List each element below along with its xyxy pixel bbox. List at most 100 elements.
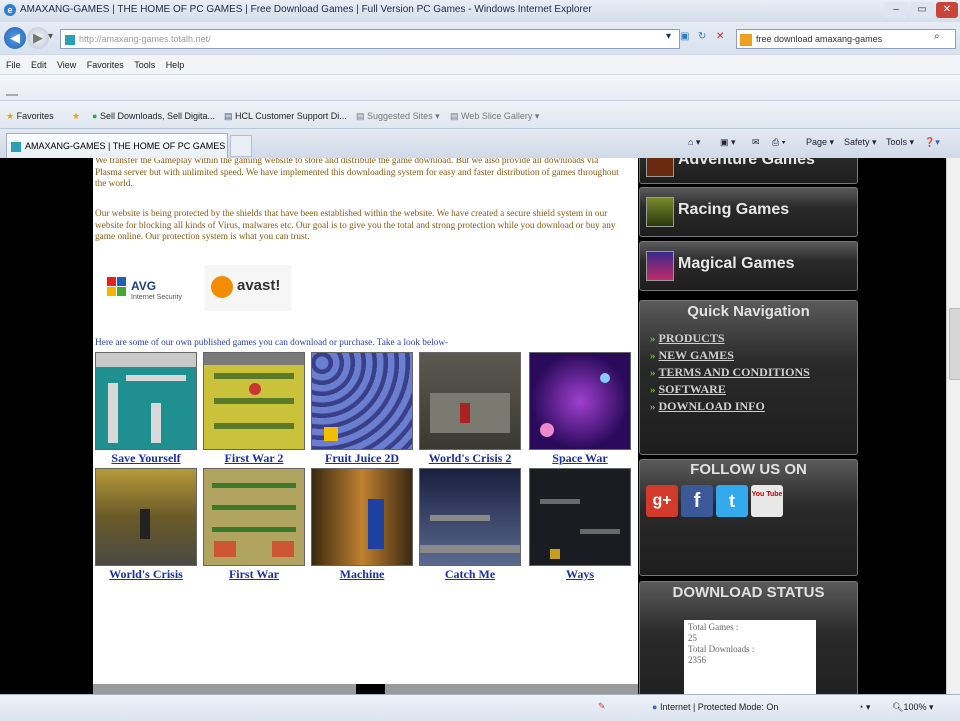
globe-icon: ● <box>92 111 98 121</box>
game-card[interactable]: World's Crisis <box>95 468 197 582</box>
double-chevron-icon: » <box>650 384 656 396</box>
close-button[interactable]: ✕ <box>936 2 958 18</box>
game-card[interactable]: Space War <box>529 352 631 466</box>
game-card[interactable]: Catch Me <box>419 468 521 582</box>
menu-help[interactable]: Help <box>166 60 185 70</box>
double-chevron-icon: » <box>650 350 656 362</box>
history-dropdown-icon[interactable]: ▾ <box>48 31 53 42</box>
magical-icon <box>646 251 674 281</box>
game-thumbnail[interactable] <box>95 352 197 450</box>
home-icon[interactable]: ⌂ ▾ <box>688 137 700 148</box>
back-button[interactable]: ◀ <box>4 27 26 49</box>
new-tab-button[interactable] <box>230 135 252 157</box>
nav-terms[interactable]: » TERMS AND CONDITIONS <box>650 365 810 380</box>
security-report-icon[interactable]: ✎ <box>598 701 606 712</box>
page-icon: ▤ <box>356 111 365 121</box>
game-thumbnail[interactable] <box>529 468 631 566</box>
game-link[interactable]: Catch Me <box>419 567 521 582</box>
window-title: AMAXANG-GAMES | THE HOME OF PC GAMES | F… <box>20 4 592 15</box>
game-link[interactable]: First War <box>203 567 305 582</box>
mail-icon[interactable]: ✉ <box>752 137 760 148</box>
tools-menu[interactable]: Tools ▾ <box>886 137 914 148</box>
stop-icon[interactable]: ✕ <box>716 31 724 42</box>
favorite-link-1[interactable]: ● Sell Downloads, Sell Digita... <box>92 111 215 121</box>
address-input[interactable]: http://amaxang-games.totalh.net/ <box>60 29 680 49</box>
tab-label: AMAXANG-GAMES | THE HOME OF PC GAMES |..… <box>25 141 228 151</box>
menu-tools[interactable]: Tools <box>134 60 155 70</box>
add-ons-icon[interactable]: ◔ ▾ <box>858 702 870 713</box>
game-card[interactable]: Ways <box>529 468 631 582</box>
menu-favorites[interactable]: Favorites <box>87 60 124 70</box>
game-thumbnail[interactable] <box>419 468 521 566</box>
game-card[interactable]: First War 2 <box>203 352 305 466</box>
maximize-button[interactable]: ▭ <box>910 2 934 18</box>
game-card[interactable]: Machine <box>311 468 413 582</box>
game-link[interactable]: Space War <box>529 451 631 466</box>
game-thumbnail[interactable] <box>203 352 305 450</box>
favorite-link-2[interactable]: ▤ HCL Customer Support Di... <box>224 111 347 122</box>
suggested-sites[interactable]: ▤ Suggested Sites ▾ <box>356 111 440 122</box>
nav-products[interactable]: » PRODUCTS <box>650 331 725 346</box>
address-dropdown-icon[interactable]: ▾ <box>666 31 671 42</box>
menu-edit[interactable]: Edit <box>31 60 47 70</box>
globe-icon: ● <box>652 702 658 712</box>
game-link[interactable]: Ways <box>529 567 631 582</box>
game-thumbnail[interactable] <box>419 352 521 450</box>
signal-icon <box>6 84 18 96</box>
google-plus-icon[interactable]: g+ <box>646 485 678 517</box>
feeds-icon[interactable]: ▣ ▾ <box>720 137 736 148</box>
game-link[interactable]: Fruit Juice 2D <box>311 451 413 466</box>
game-link[interactable]: Save Yourself <box>95 451 197 466</box>
add-favorites-icon[interactable]: ★ <box>72 111 80 122</box>
scrollbar-thumb[interactable] <box>949 308 960 380</box>
menu-file[interactable]: File <box>6 60 21 70</box>
vertical-scrollbar[interactable] <box>946 158 960 694</box>
follow-title: FOLLOW US ON <box>690 461 807 478</box>
main-content: We transfer the Gameplay within the gami… <box>93 158 638 684</box>
game-link[interactable]: First War 2 <box>203 451 305 466</box>
minimize-button[interactable]: – <box>884 2 908 18</box>
twitter-icon[interactable]: t <box>716 485 748 517</box>
page-menu[interactable]: Page ▾ <box>806 137 834 148</box>
game-card[interactable]: First War <box>203 468 305 582</box>
total-games-value: 25 <box>688 633 697 643</box>
forward-button[interactable]: ▶ <box>27 27 49 49</box>
print-icon[interactable]: ⎙ ▾ <box>772 137 785 148</box>
avg-logo: AVG Internet Security <box>103 265 195 311</box>
facebook-icon[interactable]: f <box>681 485 713 517</box>
intro-paragraph: We transfer the Gameplay within the gami… <box>95 158 619 189</box>
game-link[interactable]: Machine <box>311 567 413 582</box>
category-magical[interactable]: Magical Games <box>639 241 858 291</box>
game-thumbnail[interactable] <box>311 468 413 566</box>
total-games-label: Total Games : <box>688 622 739 632</box>
game-link[interactable]: World's Crisis <box>95 567 197 582</box>
help-icon[interactable]: ❓▾ <box>924 137 940 148</box>
total-downloads-value: 2356 <box>688 655 706 665</box>
game-card[interactable]: Fruit Juice 2D <box>311 352 413 466</box>
game-link[interactable]: World's Crisis 2 <box>419 451 521 466</box>
game-card[interactable]: Save Yourself <box>95 352 197 466</box>
refresh-icon[interactable]: ↻ <box>698 31 706 42</box>
tab-active[interactable]: AMAXANG-GAMES | THE HOME OF PC GAMES |..… <box>6 133 228 158</box>
status-bar: ✎ ● Internet | Protected Mode: On ◔ ▾ 🔍︎… <box>0 694 960 721</box>
youtube-icon[interactable]: You Tube <box>751 485 783 517</box>
menu-view[interactable]: View <box>57 60 76 70</box>
game-thumbnail[interactable] <box>95 468 197 566</box>
zoom-level[interactable]: 🔍︎100% ▾ <box>892 702 934 713</box>
nav-download-info[interactable]: » DOWNLOAD INFO <box>650 399 765 414</box>
category-racing[interactable]: Racing Games <box>639 187 858 237</box>
search-icon[interactable]: ⌕ <box>934 31 940 42</box>
game-card[interactable]: World's Crisis 2 <box>419 352 521 466</box>
game-thumbnail[interactable] <box>203 468 305 566</box>
category-adventure[interactable]: Adventure Games <box>639 158 858 184</box>
game-thumbnail[interactable] <box>311 352 413 450</box>
safety-menu[interactable]: Safety ▾ <box>844 137 877 148</box>
search-input[interactable]: free download amaxang-games <box>736 29 956 49</box>
nav-new-games[interactable]: » NEW GAMES <box>650 348 734 363</box>
favorites-button[interactable]: ★ Favorites <box>6 111 54 122</box>
download-status-box: Total Games : 25 Total Downloads : 2356 <box>684 620 816 694</box>
web-slice-gallery[interactable]: ▤ Web Slice Gallery ▾ <box>450 111 539 122</box>
game-thumbnail[interactable] <box>529 352 631 450</box>
compatibility-icon[interactable]: ▣ <box>680 31 689 42</box>
nav-software[interactable]: » SOFTWARE <box>650 382 726 397</box>
